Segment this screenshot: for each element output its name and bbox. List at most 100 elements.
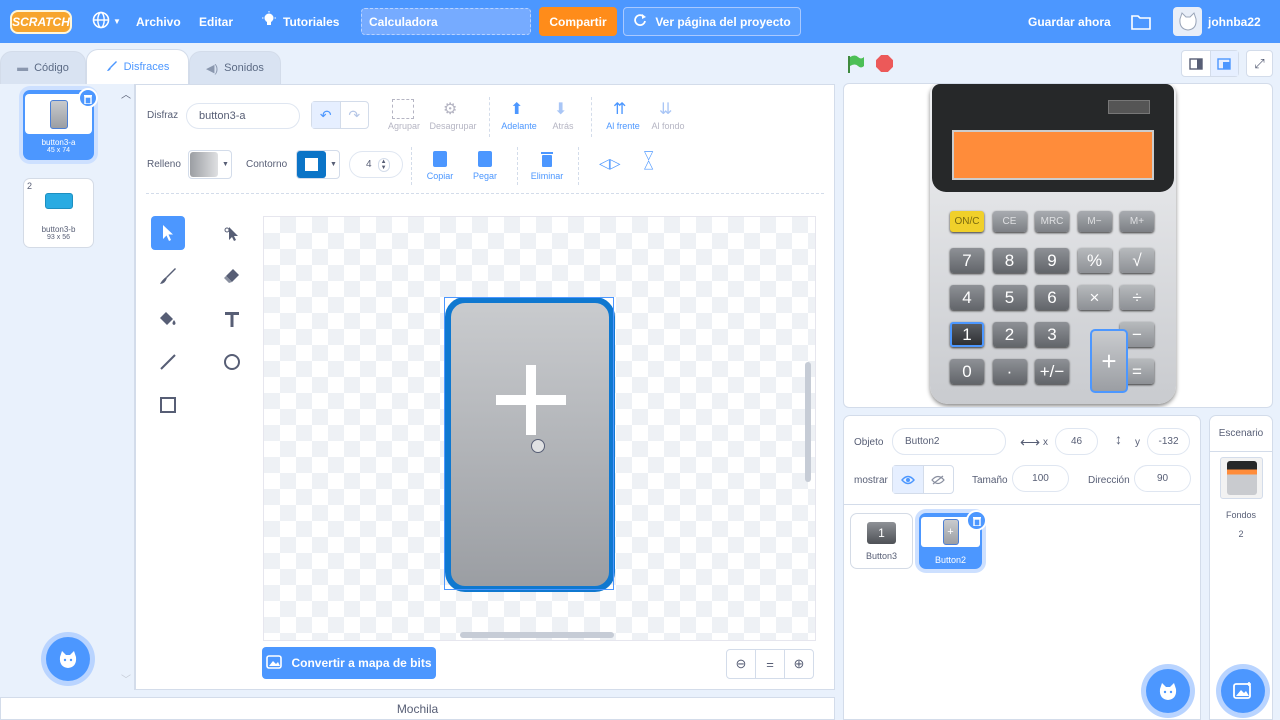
fullscreen-icon[interactable]: ⤢ — [1246, 50, 1273, 77]
circle-tool[interactable] — [215, 345, 249, 379]
choose-costume-button[interactable] — [46, 637, 90, 681]
save-now-button[interactable]: Guardar ahora — [1028, 0, 1111, 43]
backpack-bar[interactable]: Mochila — [0, 697, 835, 720]
green-flag-icon[interactable] — [846, 54, 866, 77]
reshape-tool[interactable] — [215, 216, 249, 250]
file-menu[interactable]: Archivo — [136, 0, 181, 43]
horizontal-arrows-icon: ⟷ — [1020, 434, 1041, 450]
zoom-reset-button[interactable]: = — [756, 650, 785, 678]
vertical-scrollbar[interactable] — [805, 362, 811, 482]
show-eye-icon[interactable] — [893, 466, 924, 493]
calculator-key[interactable]: ÷ — [1120, 285, 1154, 310]
choose-backdrop-button[interactable] — [1221, 669, 1265, 713]
sprite-tile-button3[interactable]: 1 Button3 — [850, 513, 913, 569]
size-input[interactable]: 100 — [1012, 465, 1069, 492]
horizontal-scrollbar[interactable] — [460, 632, 614, 638]
calculator-key[interactable]: × — [1077, 285, 1112, 310]
fill-tool[interactable] — [151, 302, 185, 336]
calculator-key[interactable]: 6 — [1035, 285, 1069, 310]
edit-menu[interactable]: Editar — [199, 0, 233, 43]
delete-sprite-icon[interactable] — [966, 510, 987, 531]
copy-icon[interactable] — [433, 151, 447, 167]
calculator-key[interactable]: M+ — [1120, 211, 1154, 232]
calculator-key[interactable]: 1 — [950, 322, 984, 347]
calculator-key[interactable]: 5 — [992, 285, 1027, 310]
zoom-in-icon[interactable]: ⊕ — [785, 650, 813, 678]
tab-code[interactable]: ▬ Código — [0, 51, 86, 85]
back-icon[interactable]: ⇊ — [659, 99, 672, 119]
delete-costume-icon[interactable] — [78, 88, 98, 108]
fill-color-picker[interactable]: ▼ — [188, 150, 232, 179]
outline-color-picker[interactable]: ▼ — [296, 150, 340, 179]
see-project-page-button[interactable]: Ver página del proyecto — [623, 7, 801, 36]
outline-width-value: 4 — [366, 159, 372, 170]
calculator-key[interactable]: 4 — [950, 285, 984, 310]
fill-label: Relleno — [147, 159, 181, 170]
selection-box — [444, 297, 614, 590]
calculator-key[interactable]: 8 — [992, 248, 1027, 273]
stop-icon[interactable] — [876, 55, 893, 72]
calculator-key[interactable]: · — [992, 359, 1027, 384]
project-title-input[interactable]: Calculadora — [361, 8, 531, 35]
calculator-key[interactable]: +/− — [1035, 359, 1069, 384]
calculator-key[interactable]: MRC — [1035, 211, 1069, 232]
tab-costumes[interactable]: Disfraces — [86, 49, 189, 84]
front-icon[interactable]: ⇈ — [613, 99, 626, 119]
paint-canvas[interactable] — [263, 216, 816, 641]
divider — [591, 97, 592, 137]
convert-to-bitmap-button[interactable]: Convertir a mapa de bits — [262, 647, 436, 679]
redo-icon[interactable]: ↷ — [341, 102, 369, 128]
calculator-key[interactable]: M− — [1077, 211, 1112, 232]
forward-icon[interactable]: ⬆ — [510, 99, 523, 119]
calculator-key[interactable]: √ — [1120, 248, 1154, 273]
hide-eye-icon[interactable] — [924, 466, 954, 493]
language-menu[interactable]: ▼ — [91, 0, 121, 43]
trash-icon[interactable] — [540, 151, 554, 170]
brush-tool[interactable] — [151, 259, 185, 293]
backward-icon[interactable]: ⬇ — [554, 99, 567, 119]
costume-item[interactable]: 2 button3-b 93 x 56 — [23, 178, 94, 248]
scratch-logo[interactable]: SCRATCH — [10, 10, 72, 34]
sprite-thumbnail: 1 — [867, 522, 896, 544]
undo-icon[interactable]: ↶ — [312, 102, 341, 128]
eraser-tool[interactable] — [215, 259, 249, 293]
calculator-key[interactable]: CE — [992, 211, 1027, 232]
calculator-key[interactable]: 0 — [950, 359, 984, 384]
my-stuff-folder-icon[interactable] — [1131, 0, 1151, 43]
outline-width-input[interactable]: 4 ▲ ▼ — [349, 151, 403, 178]
calculator-key[interactable]: 3 — [1035, 322, 1069, 347]
select-tool[interactable] — [151, 216, 185, 250]
x-input[interactable]: 46 — [1055, 428, 1098, 455]
y-input[interactable]: -132 — [1147, 428, 1190, 455]
share-button[interactable]: Compartir — [539, 7, 617, 36]
group-icon[interactable] — [392, 99, 414, 119]
choose-sprite-button[interactable] — [1146, 669, 1190, 713]
costume-name-input[interactable]: button3-a — [186, 103, 300, 129]
ungroup-icon[interactable]: ⚙ — [443, 99, 463, 119]
zoom-out-icon[interactable]: ⊖ — [727, 650, 756, 678]
line-tool[interactable] — [151, 345, 185, 379]
flip-vertical-icon[interactable]: ▽ △ — [644, 149, 653, 170]
rectangle-tool[interactable] — [151, 388, 185, 422]
small-stage-icon[interactable] — [1182, 51, 1211, 76]
sprite-tile-button2[interactable]: + Button2 — [919, 510, 987, 569]
text-tool[interactable] — [215, 302, 249, 336]
calculator-key[interactable]: % — [1077, 248, 1112, 273]
calculator-key[interactable]: 9 — [1035, 248, 1069, 273]
account-menu[interactable]: johnba22 — [1173, 0, 1261, 43]
normal-stage-icon[interactable] — [1210, 51, 1238, 76]
paste-icon[interactable] — [478, 151, 492, 167]
flip-horizontal-icon[interactable]: ◁▷ — [599, 155, 621, 172]
calculator-key[interactable]: 7 — [950, 248, 984, 273]
costume-size: 93 x 56 — [47, 234, 70, 241]
tab-sounds[interactable]: ◀) Sonidos — [189, 51, 281, 85]
calculator-key[interactable]: 2 — [992, 322, 1027, 347]
costume-item[interactable]: 1 button3-a 45 x 74 — [23, 88, 98, 160]
direction-input[interactable]: 90 — [1134, 465, 1191, 492]
zoom-controls: ⊖ = ⊕ — [726, 649, 814, 679]
tutorials-menu[interactable]: Tutoriales — [261, 0, 339, 43]
sprite-name-input[interactable]: Button2 — [892, 428, 1006, 455]
costume-list-scrollbar[interactable]: ︿ ﹀ — [118, 84, 134, 690]
calculator-key[interactable]: ON/C — [950, 211, 984, 232]
stage-sprite-button2[interactable]: + — [1090, 329, 1128, 393]
